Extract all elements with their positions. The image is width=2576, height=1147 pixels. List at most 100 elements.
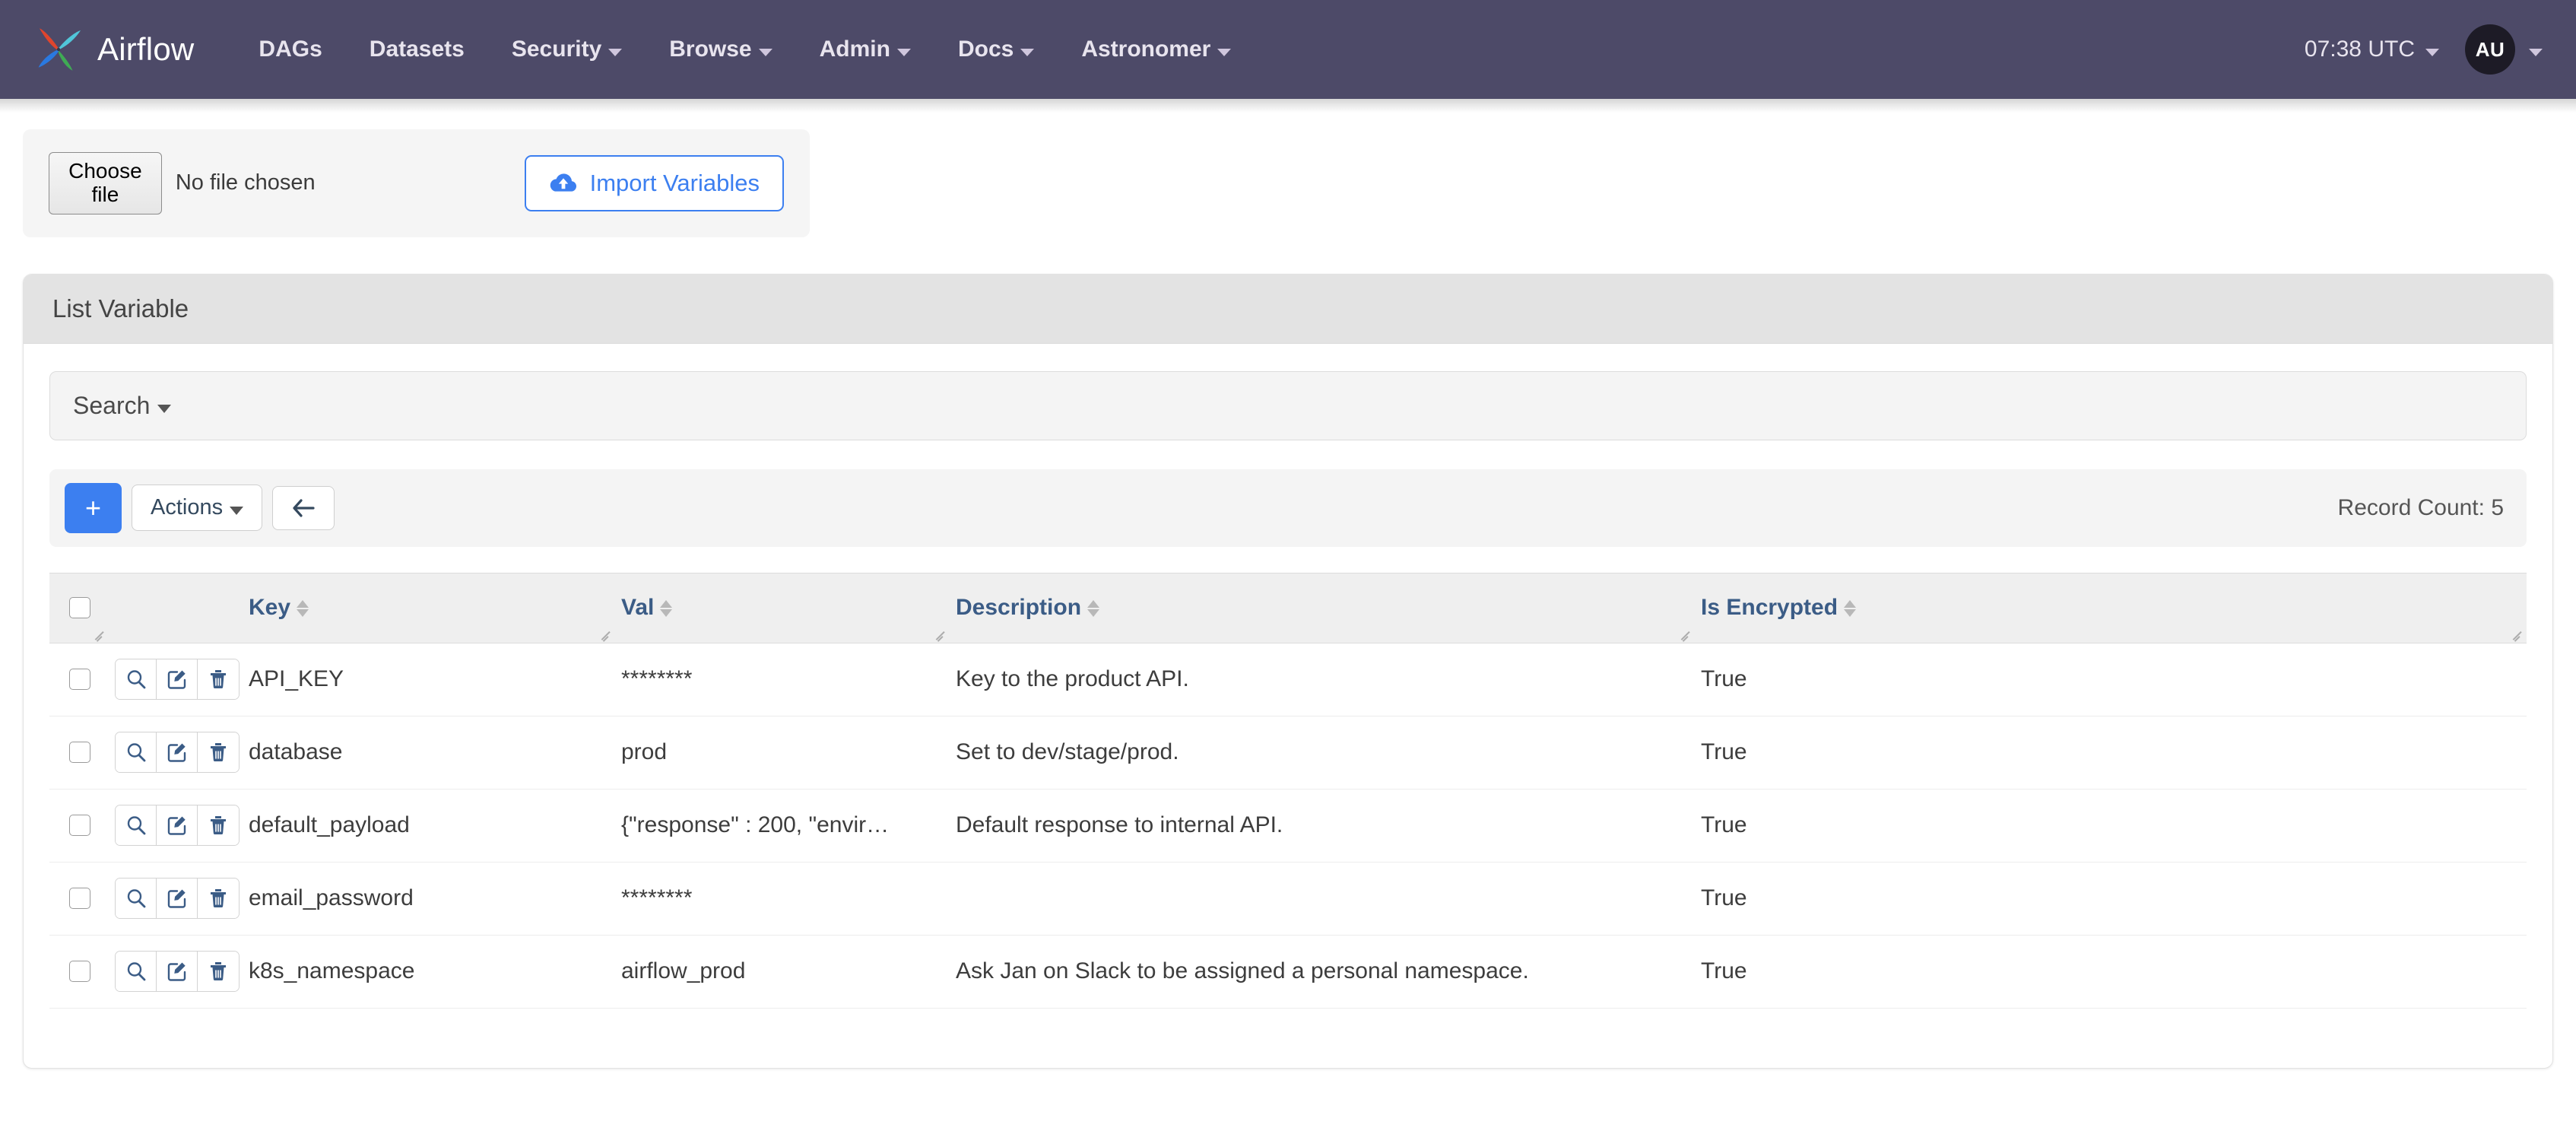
- delete-icon[interactable]: [198, 732, 239, 772]
- row-action-group: [115, 732, 240, 773]
- row-checkbox[interactable]: [69, 669, 90, 690]
- cell-val: ********: [615, 643, 950, 716]
- delete-icon[interactable]: [198, 879, 239, 918]
- search-icon[interactable]: [116, 805, 157, 845]
- arrow-left-icon: [291, 498, 316, 518]
- search-icon[interactable]: [116, 659, 157, 699]
- cell-val: airflow_prod: [615, 935, 950, 1008]
- chevron-down-icon: [2529, 49, 2543, 56]
- row-checkbox[interactable]: [69, 815, 90, 836]
- sort-icon[interactable]: [1844, 600, 1856, 617]
- actions-dropdown-button[interactable]: Actions: [132, 485, 262, 531]
- toolbar-buttons: + Actions: [65, 483, 335, 533]
- import-bar: Choose file No file chosen Import Variab…: [0, 113, 2576, 237]
- chevron-down-icon: [230, 507, 243, 515]
- row-checkbox[interactable]: [69, 742, 90, 763]
- cell-description: Set to dev/stage/prod.: [950, 716, 1695, 789]
- column-header-description[interactable]: Description: [950, 573, 1695, 643]
- chevron-down-icon: [1020, 49, 1034, 56]
- user-menu[interactable]: AU: [2465, 24, 2543, 75]
- column-header-label: Is Encrypted: [1701, 595, 1838, 621]
- choose-file-button[interactable]: Choose file: [49, 152, 162, 214]
- back-button[interactable]: [272, 486, 335, 530]
- row-actions-cell: [109, 862, 243, 935]
- delete-icon[interactable]: [198, 805, 239, 845]
- edit-icon[interactable]: [157, 879, 198, 918]
- row-action-group: [115, 951, 240, 992]
- edit-icon[interactable]: [157, 952, 198, 991]
- table-body: API_KEY ******** Key to the product API.…: [49, 643, 2527, 1008]
- row-actions-cell: [109, 643, 243, 716]
- brand[interactable]: Airflow: [33, 24, 194, 75]
- search-icon[interactable]: [116, 952, 157, 991]
- cell-description: Default response to internal API.: [950, 789, 1695, 862]
- delete-icon[interactable]: [198, 659, 239, 699]
- actions-header: [109, 573, 243, 643]
- cell-is-encrypted: True: [1695, 862, 2527, 935]
- table-row: email_password ******** True: [49, 862, 2527, 935]
- column-header-label: Key: [249, 595, 290, 621]
- timezone-selector[interactable]: 07:38 UTC: [2305, 37, 2439, 62]
- edit-icon[interactable]: [157, 732, 198, 772]
- column-resize-handle[interactable]: [933, 628, 947, 641]
- table-toolbar: + Actions Record Count: 5: [49, 469, 2527, 547]
- delete-icon[interactable]: [198, 952, 239, 991]
- column-header-is-encrypted[interactable]: Is Encrypted: [1695, 573, 2527, 643]
- cell-val: {"response" : 200, "envir…: [615, 789, 950, 862]
- row-checkbox[interactable]: [69, 888, 90, 909]
- cell-description: Ask Jan on Slack to be assigned a person…: [950, 935, 1695, 1008]
- cell-is-encrypted: True: [1695, 643, 2527, 716]
- column-resize-handle[interactable]: [2510, 628, 2524, 641]
- search-icon[interactable]: [116, 732, 157, 772]
- row-checkbox[interactable]: [69, 961, 90, 982]
- table-row: API_KEY ******** Key to the product API.…: [49, 643, 2527, 716]
- chevron-down-icon: [2425, 49, 2439, 56]
- add-record-button[interactable]: +: [65, 483, 122, 533]
- cloud-upload-icon: [549, 172, 578, 195]
- page-title: List Variable: [24, 275, 2552, 344]
- chevron-down-icon: [759, 49, 772, 56]
- chevron-down-icon: [608, 49, 622, 56]
- row-select-cell: [49, 935, 109, 1008]
- chevron-down-icon: [897, 49, 911, 56]
- sort-icon[interactable]: [297, 600, 309, 617]
- import-variables-button[interactable]: Import Variables: [525, 155, 784, 211]
- top-navbar: Airflow DAGs Datasets Security Browse Ad…: [0, 0, 2576, 99]
- chevron-down-icon: [157, 405, 171, 413]
- nav-item-label: DAGs: [259, 37, 322, 62]
- nav-item-docs[interactable]: Docs: [934, 37, 1058, 62]
- table-header-row: Key Val Description: [49, 573, 2527, 643]
- nav-item-label: Docs: [958, 37, 1014, 62]
- search-icon[interactable]: [116, 879, 157, 918]
- table-row: database prod Set to dev/stage/prod. Tru…: [49, 716, 2527, 789]
- nav-item-datasets[interactable]: Datasets: [346, 37, 488, 62]
- navbar-right: 07:38 UTC AU: [2305, 24, 2543, 75]
- cell-val: prod: [615, 716, 950, 789]
- nav-item-astronomer[interactable]: Astronomer: [1058, 37, 1255, 62]
- edit-icon[interactable]: [157, 805, 198, 845]
- navbar-shadow: [0, 99, 2576, 113]
- actions-label: Actions: [151, 497, 223, 519]
- cell-is-encrypted: True: [1695, 789, 2527, 862]
- cell-val: ********: [615, 862, 950, 935]
- column-resize-handle[interactable]: [598, 628, 612, 641]
- edit-icon[interactable]: [157, 659, 198, 699]
- clock-label: 07:38 UTC: [2305, 37, 2415, 62]
- nav-item-admin[interactable]: Admin: [796, 37, 934, 62]
- cell-is-encrypted: True: [1695, 716, 2527, 789]
- cell-is-encrypted: True: [1695, 935, 2527, 1008]
- search-filter-toggle[interactable]: Search: [49, 371, 2527, 440]
- row-action-group: [115, 659, 240, 700]
- select-all-checkbox[interactable]: [69, 597, 90, 618]
- nav-item-browse[interactable]: Browse: [646, 37, 795, 62]
- column-header-val[interactable]: Val: [615, 573, 950, 643]
- sort-icon[interactable]: [1087, 600, 1099, 617]
- sort-icon[interactable]: [660, 600, 672, 617]
- row-select-cell: [49, 716, 109, 789]
- column-header-key[interactable]: Key: [243, 573, 615, 643]
- column-resize-handle[interactable]: [1678, 628, 1692, 641]
- row-select-cell: [49, 789, 109, 862]
- nav-item-security[interactable]: Security: [488, 37, 646, 62]
- nav-item-dags[interactable]: DAGs: [235, 37, 345, 62]
- column-resize-handle[interactable]: [92, 628, 106, 641]
